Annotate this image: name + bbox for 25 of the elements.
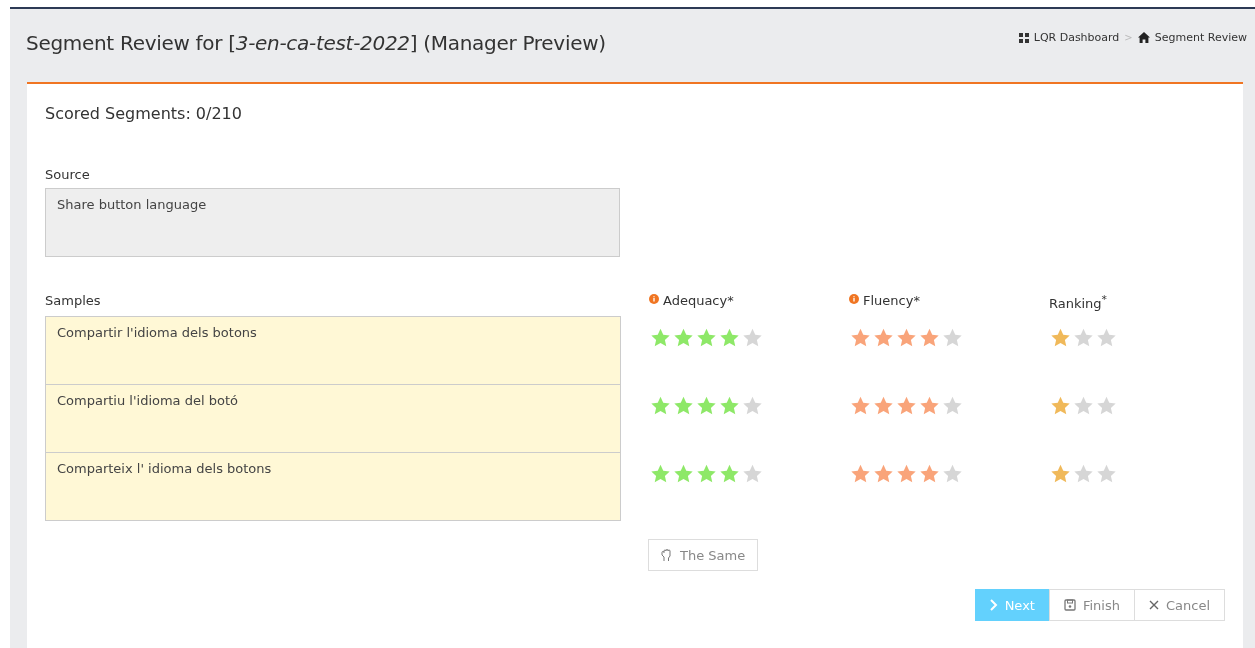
criterion-label: Fluency* (863, 293, 920, 308)
info-icon[interactable] (649, 294, 659, 304)
save-icon (1063, 599, 1076, 612)
hand-icon (661, 548, 672, 562)
samples-label: Samples (45, 293, 102, 310)
finish-button[interactable]: Finish (1048, 589, 1135, 622)
sample-text: Compartir l'idioma dels botons (45, 316, 621, 386)
breadcrumb-separator: > (1124, 32, 1133, 43)
sample-text: Compartiu l'idioma del botó (45, 384, 621, 454)
scored-segments-count: Scored Segments: 0/210 (45, 104, 243, 123)
source-label: Source (45, 167, 91, 182)
info-icon[interactable] (849, 294, 859, 304)
breadcrumb-link[interactable]: Segment Review (1154, 31, 1247, 44)
page-title: Segment Review for [3-en-ca-test-2022] (Manager Preview) (26, 31, 606, 55)
home-icon (1137, 32, 1150, 43)
criterion-label: Ranking$^{*}$ (1049, 293, 1107, 312)
chevron-right-icon (989, 599, 998, 612)
grid-icon (1018, 32, 1029, 43)
breadcrumb-link[interactable]: LQR Dashboard (1033, 31, 1120, 44)
criterion-label: Adequacy* (663, 293, 734, 308)
cancel-button[interactable]: Cancel (1133, 589, 1225, 622)
source-text: Share button language (45, 188, 620, 257)
sample-text: Comparteix l' idioma dels botons (45, 452, 621, 522)
the-same-button[interactable]: The Same (648, 539, 759, 572)
close-icon (1148, 600, 1159, 611)
